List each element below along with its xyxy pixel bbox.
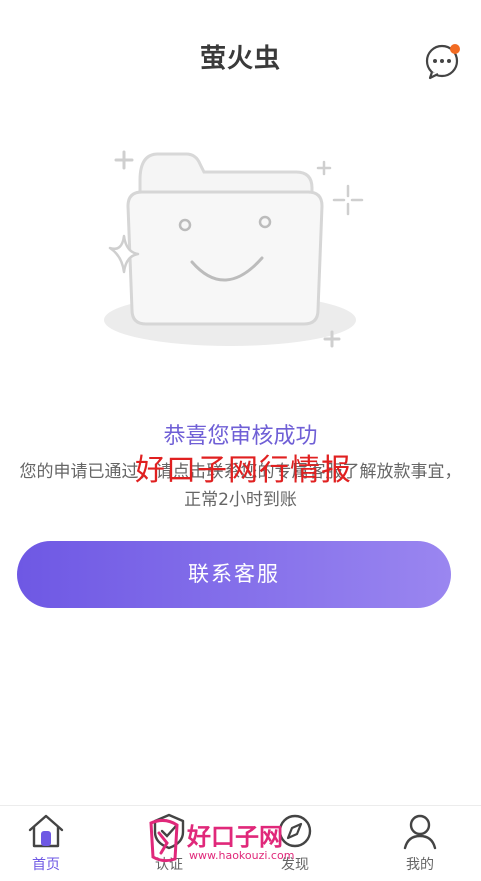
tab-home-label: 首页 bbox=[32, 857, 60, 873]
tab-verify-label: 认证 bbox=[155, 857, 183, 873]
tab-discover[interactable]: 发现 bbox=[245, 812, 345, 878]
tab-mine[interactable]: 我的 bbox=[370, 812, 470, 878]
message-button[interactable] bbox=[424, 40, 464, 80]
tab-mine-label: 我的 bbox=[406, 857, 434, 873]
app-title: 萤火虫 bbox=[199, 44, 281, 74]
contact-service-button[interactable]: 联系客服 bbox=[17, 541, 451, 608]
tab-home[interactable]: 首页 bbox=[0, 812, 96, 878]
success-illustration bbox=[100, 140, 370, 355]
success-title: 恭喜您审核成功 bbox=[163, 424, 318, 449]
tab-verify[interactable]: 认证 bbox=[119, 812, 219, 878]
chat-bubble-icon bbox=[425, 44, 460, 80]
tab-discover-label: 发现 bbox=[281, 857, 309, 873]
home-icon bbox=[28, 814, 64, 848]
shield-icon bbox=[153, 813, 185, 850]
success-description: 您的申请已通过，请点击联系您的专属客服了解放款事宜，正常2小时到账 bbox=[19, 462, 462, 510]
header: 萤火虫 bbox=[0, 0, 481, 110]
user-icon bbox=[403, 814, 437, 850]
bottom-tab-bar: 首页 认证 发现 我的 bbox=[0, 805, 481, 881]
compass-icon bbox=[278, 814, 312, 848]
folder-smile-icon bbox=[104, 150, 364, 348]
